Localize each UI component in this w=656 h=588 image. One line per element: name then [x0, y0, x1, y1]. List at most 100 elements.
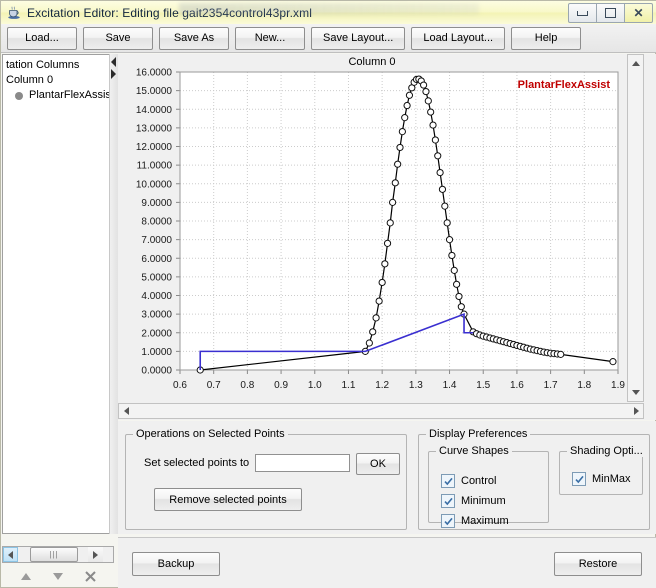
- checkbox-label: Control: [461, 475, 497, 487]
- remove-selected-points-button[interactable]: Remove selected points: [154, 488, 302, 511]
- data-point-marker[interactable]: [383, 239, 392, 247]
- tree-node-excitation-columns[interactable]: tation Columns: [6, 58, 114, 73]
- data-point-marker[interactable]: [403, 101, 411, 110]
- left-arrow-icon: [123, 407, 129, 415]
- footer-bar: Backup Restore: [118, 537, 656, 588]
- maximize-button[interactable]: [596, 3, 625, 23]
- x-axis-tick-label: 0.7: [207, 380, 221, 391]
- tree-node-column-0[interactable]: Column 0: [6, 73, 114, 88]
- y-axis-tick-label: 15.0000: [136, 86, 173, 97]
- checkbox-icon: [441, 474, 455, 488]
- data-point-marker[interactable]: [441, 202, 449, 210]
- data-point-marker[interactable]: [420, 81, 428, 89]
- data-point-marker[interactable]: [422, 87, 430, 96]
- data-point-marker[interactable]: [381, 260, 389, 268]
- checkbox-icon: [441, 494, 455, 508]
- data-point-marker[interactable]: [394, 160, 402, 168]
- y-axis-tick-label: 13.0000: [136, 123, 173, 134]
- data-point-marker[interactable]: [389, 198, 397, 206]
- data-point-marker[interactable]: [450, 266, 458, 274]
- data-point-marker[interactable]: [424, 97, 432, 105]
- data-point-marker[interactable]: [378, 278, 386, 287]
- x-axis-tick-label: 0.9: [274, 380, 288, 391]
- data-point-marker[interactable]: [391, 179, 399, 187]
- checkbox-maximum[interactable]: Maximum: [441, 514, 509, 528]
- chart-scroll-left-button[interactable]: [119, 404, 133, 418]
- data-point-marker[interactable]: [434, 152, 442, 160]
- data-point-marker[interactable]: [372, 314, 380, 322]
- move-down-icon: [53, 572, 63, 580]
- sidebar-scroll-thumb[interactable]: |||: [30, 547, 78, 562]
- move-up-button[interactable]: [18, 569, 34, 583]
- close-button[interactable]: ✕: [624, 3, 653, 23]
- operations-group: Operations on Selected Points Set select…: [125, 428, 407, 530]
- data-point-marker[interactable]: [375, 297, 383, 305]
- data-point-marker[interactable]: [401, 114, 409, 122]
- data-point-marker[interactable]: [438, 185, 447, 193]
- tree-node-plantarflexassist[interactable]: PlantarFlexAssist: [6, 88, 114, 103]
- new-button[interactable]: New...: [235, 26, 305, 50]
- move-up-icon: [21, 572, 31, 580]
- data-point-marker[interactable]: [609, 358, 617, 366]
- chart-canvas[interactable]: Column 0 0.0000 1.0000 2.0000 3.0000 4.0000 5…: [118, 54, 626, 402]
- checkbox-minmax[interactable]: MinMax: [572, 472, 631, 486]
- save-as-button[interactable]: Save As: [159, 26, 229, 50]
- data-point-marker[interactable]: [429, 121, 437, 129]
- save-layout-button[interactable]: Save Layout...: [311, 26, 406, 50]
- data-point-marker[interactable]: [457, 303, 465, 311]
- data-point-marker[interactable]: [453, 280, 461, 288]
- data-point-marker[interactable]: [427, 108, 435, 116]
- chart-plot[interactable]: 0.0000 1.0000 2.0000 3.0000 4.0000 5.0000 6.00…: [118, 54, 626, 402]
- sidebar-splitter[interactable]: [109, 54, 118, 534]
- right-arrow-icon: [93, 550, 98, 559]
- minimize-icon: [577, 10, 588, 16]
- data-point-marker[interactable]: [386, 219, 394, 227]
- ok-button[interactable]: OK: [356, 453, 400, 475]
- columns-tree-panel[interactable]: tation Columns Column 0 PlantarFlexAssis…: [2, 54, 115, 534]
- data-point-marker[interactable]: [369, 328, 377, 336]
- data-point-marker[interactable]: [455, 292, 463, 301]
- y-axis-tick-label: 4.0000: [141, 291, 172, 302]
- data-point-marker[interactable]: [398, 128, 406, 136]
- data-point-marker[interactable]: [445, 236, 454, 244]
- set-points-input[interactable]: [255, 454, 351, 472]
- load-layout-button[interactable]: Load Layout...: [411, 26, 506, 50]
- sidebar-scroll-right-button[interactable]: [88, 547, 103, 562]
- x-axis-tick-label: 1.3: [409, 380, 423, 391]
- x-axis-tick-label: 1.7: [544, 380, 558, 391]
- save-button[interactable]: Save: [83, 26, 153, 50]
- y-axis-tick-label: 6.0000: [141, 254, 172, 265]
- checkbox-control[interactable]: Control: [441, 474, 496, 488]
- y-axis-tick-label: 11.0000: [137, 161, 173, 172]
- data-point-marker[interactable]: [396, 143, 404, 152]
- y-axis-tick-label: 16.0000: [136, 68, 173, 79]
- checkbox-minimum[interactable]: Minimum: [441, 494, 506, 508]
- y-axis-tick-label: 9.0000: [141, 198, 172, 209]
- data-point-marker[interactable]: [443, 219, 451, 227]
- splitter-collapse-left-icon[interactable]: [111, 57, 116, 67]
- data-point-marker[interactable]: [557, 350, 565, 358]
- chart-scroll-right-button[interactable]: [629, 404, 643, 418]
- chart-scroll-up-button[interactable]: [628, 56, 643, 71]
- help-button[interactable]: Help: [511, 26, 582, 50]
- data-point-marker[interactable]: [365, 339, 373, 347]
- sidebar-horizontal-scrollbar[interactable]: |||: [2, 546, 114, 563]
- data-point-marker[interactable]: [431, 136, 439, 144]
- chart-scroll-down-button[interactable]: [628, 385, 643, 400]
- window-title-bar: Excitation Editor: Editing file gait2354…: [1, 1, 656, 25]
- move-down-button[interactable]: [50, 569, 66, 583]
- restore-button[interactable]: Restore: [554, 552, 642, 576]
- delete-button[interactable]: [82, 569, 98, 583]
- x-axis-tick-label: 0.6: [173, 380, 187, 391]
- chart-horizontal-scrollbar[interactable]: [118, 403, 644, 419]
- data-point-marker[interactable]: [436, 168, 444, 177]
- operations-group-title: Operations on Selected Points: [133, 428, 288, 440]
- minimize-button[interactable]: [568, 3, 597, 23]
- chart-vertical-scrollbar[interactable]: [627, 54, 644, 402]
- data-point-marker[interactable]: [405, 91, 414, 99]
- backup-button[interactable]: Backup: [132, 552, 220, 576]
- splitter-collapse-right-icon[interactable]: [111, 69, 116, 79]
- load-button[interactable]: Load...: [7, 26, 77, 50]
- sidebar-scroll-left-button[interactable]: [3, 547, 18, 562]
- data-point-marker[interactable]: [448, 251, 456, 260]
